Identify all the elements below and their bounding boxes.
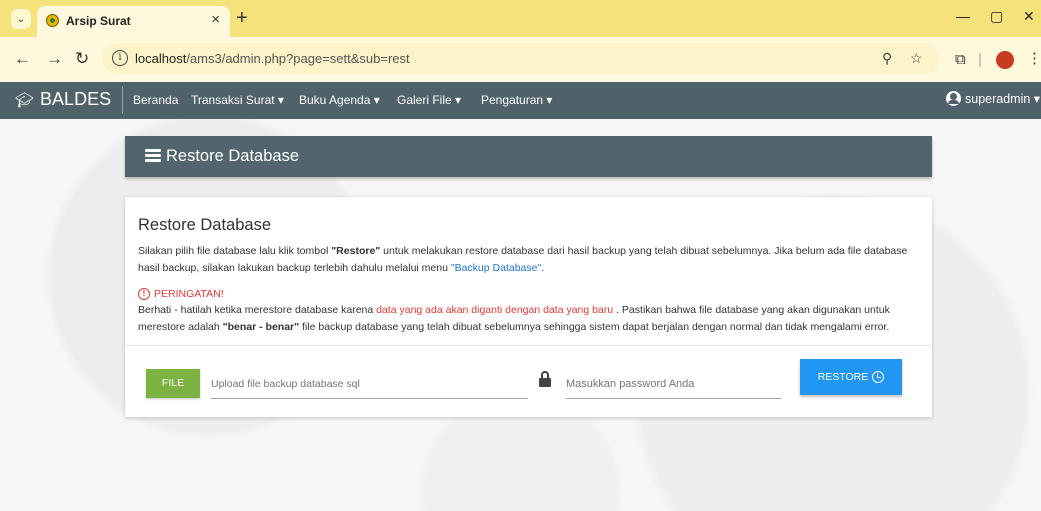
tab-close-icon[interactable]: ×	[211, 11, 220, 28]
site-info-icon[interactable]: i	[112, 50, 128, 66]
file-path-input[interactable]	[211, 369, 528, 399]
browser-menu-icon[interactable]: ⋮	[1027, 49, 1041, 67]
nav-beranda[interactable]: Beranda	[133, 93, 178, 107]
browser-toolbar: ← → ↻ i localhost/ams3/admin.php?page=se…	[0, 37, 1041, 81]
graduation-cap-icon: 🎓︎	[15, 91, 35, 109]
password-input[interactable]	[566, 369, 781, 399]
brand[interactable]: 🎓︎ BALDES	[15, 89, 111, 110]
forward-icon[interactable]: →	[46, 49, 63, 69]
tab-search-chevron-icon[interactable]: ⌄	[11, 9, 31, 29]
app-navbar: 🎓︎ BALDES Beranda Transaksi Surat ▾ Buku…	[0, 82, 1041, 119]
username: superadmin ▾	[965, 92, 1041, 106]
user-menu[interactable]: superadmin ▾	[946, 91, 1040, 106]
nav-galeri-file[interactable]: Galeri File ▾	[397, 93, 461, 107]
restore-window-icon[interactable]: ▢	[990, 8, 1003, 25]
reload-icon[interactable]: ↻	[75, 49, 89, 69]
restore-button-label: RESTORE	[817, 371, 869, 383]
database-list-icon	[145, 149, 161, 163]
address-bar[interactable]: i localhost/ams3/admin.php?page=sett&sub…	[102, 43, 939, 74]
site-favicon-icon	[46, 14, 59, 27]
tab-title: Arsip Surat	[66, 14, 131, 28]
warning-text: Berhati - hatilah ketika merestore datab…	[138, 304, 890, 333]
brand-divider	[122, 86, 123, 114]
restore-card: Restore Database Silakan pilih file data…	[125, 197, 932, 417]
back-icon[interactable]: ←	[14, 49, 31, 69]
new-tab-icon[interactable]: +	[236, 7, 248, 30]
url-text: localhost/ams3/admin.php?page=sett&sub=r…	[135, 51, 410, 66]
card-divider	[125, 345, 932, 346]
warning-title: ! PERINGATAN!	[138, 288, 224, 300]
backup-database-link[interactable]: "Backup Database"	[451, 262, 541, 274]
file-button[interactable]: FILE	[146, 369, 200, 398]
nav-pengaturan[interactable]: Pengaturan ▾	[481, 93, 552, 107]
browser-tab-strip: ⌄ Arsip Surat × + — ▢ ✕	[0, 0, 1041, 37]
browser-tab[interactable]: Arsip Surat ×	[37, 6, 230, 37]
nav-transaksi-surat[interactable]: Transaksi Surat ▾	[191, 93, 284, 107]
user-circle-icon	[946, 91, 961, 106]
bookmark-star-icon[interactable]: ☆	[910, 50, 923, 67]
extensions-icon[interactable]: ⧉	[955, 51, 966, 68]
card-description: Silakan pilih file database lalu klik to…	[138, 245, 908, 274]
warning-circle-icon: !	[138, 288, 150, 300]
close-window-icon[interactable]: ✕	[1023, 8, 1035, 25]
zoom-icon[interactable]: ⚲	[882, 50, 892, 67]
nav-buku-agenda[interactable]: Buku Agenda ▾	[299, 93, 380, 107]
profile-avatar[interactable]	[996, 51, 1014, 69]
toolbar-divider: |	[978, 51, 982, 68]
lock-icon	[539, 371, 551, 387]
minimize-icon[interactable]: —	[956, 8, 970, 24]
history-icon	[872, 371, 885, 383]
page-header: Restore Database	[125, 136, 932, 177]
card-heading: Restore Database	[138, 216, 271, 234]
restore-button[interactable]: RESTORE	[800, 359, 902, 395]
brand-name: BALDES	[40, 89, 112, 109]
page-title: Restore Database	[166, 147, 299, 165]
